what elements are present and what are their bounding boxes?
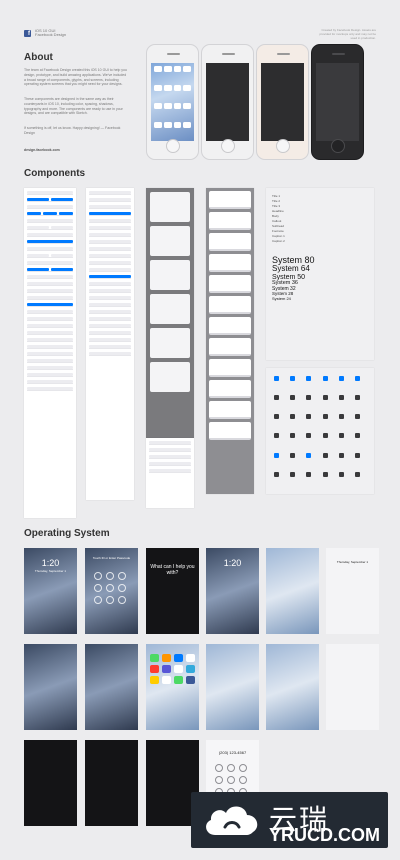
today-date: Thursday, September 1 [336,560,369,564]
watermark: 云瑞 YRUCD.COM [191,792,388,848]
speaker-icon [277,53,290,55]
iphone-space-gray [311,44,364,160]
messages-screen [266,548,319,634]
cloud-logo-icon [206,806,258,835]
lock-time: 1:20 [41,558,60,568]
controls-column [24,188,76,518]
keypad [94,572,126,604]
about-contact-link[interactable]: design.facebook.com [24,148,129,153]
components-heading: Components [24,168,86,179]
about-paragraph-3: If something is off, let us know. Happy … [24,126,121,135]
home-screen [146,644,199,730]
facebook-logo-icon: f [24,29,31,37]
home-button-icon [166,139,180,153]
home-dark-screen [85,740,138,826]
iphone-gold [256,44,309,160]
operating-system-heading: Operating System [24,528,110,539]
siri-prompt: What can I help you with? [150,564,195,576]
header-note: Created by Facebook Design. Assets are p… [319,28,376,40]
popover-menu [146,438,194,508]
typography-panel: Title 1 Title 2 Title 3 Headline Body Ca… [266,188,374,360]
alerts-column [146,188,194,438]
today-widgets-screen: Thursday, September 1 [326,548,379,634]
now-playing-screen [85,644,138,730]
type-sample: System 64 [272,264,310,274]
page-header: f iOS 10 GUI Facebook Design [24,28,66,38]
home-button-icon [331,139,345,153]
about-paragraph-2: These components are designed in the sam… [24,97,123,116]
iphone-silver-home [146,44,199,160]
glyphs-panel [266,368,374,494]
home-screen-preview [151,63,194,141]
speaker-icon [332,53,345,55]
lock-notification-screen: 1:20 [206,548,259,634]
blank-screen [316,63,359,141]
lock-time: 1:20 [223,558,242,568]
blank-screen [206,63,249,141]
app-switcher-screen [24,740,77,826]
home-button-icon [221,139,235,153]
siri-screen: What can I help you with? [146,548,199,634]
3d-touch-screen [266,644,319,730]
lock-screen: 1:20 Thursday, September 1 [24,548,77,634]
dial-number: (203) 123-4567 [218,750,247,755]
passcode-screen: Touch ID or Enter Passcode [85,548,138,634]
watermark-english: YRUCD.COM [269,825,380,845]
action-sheets-column [206,188,254,494]
facebook-app-screen [326,644,379,730]
home-button-icon [276,139,290,153]
folder-screen [206,644,259,730]
lock-date: Thursday, September 1 [34,569,67,573]
control-center-screen [24,644,77,730]
type-sample: System 24 [272,295,291,301]
blank-screen [261,63,304,141]
speaker-icon [167,53,180,55]
about-heading: About [24,52,53,63]
iphone-silver [201,44,254,160]
type-label: Caption 2 [272,239,285,243]
about-paragraph-1: The team at Facebook Design created this… [24,68,127,87]
header-subtitle: Facebook Design [35,32,67,37]
speaker-icon [222,53,235,55]
passcode-prompt: Touch ID or Enter Passcode [92,556,131,560]
table-cells-column [86,188,134,500]
